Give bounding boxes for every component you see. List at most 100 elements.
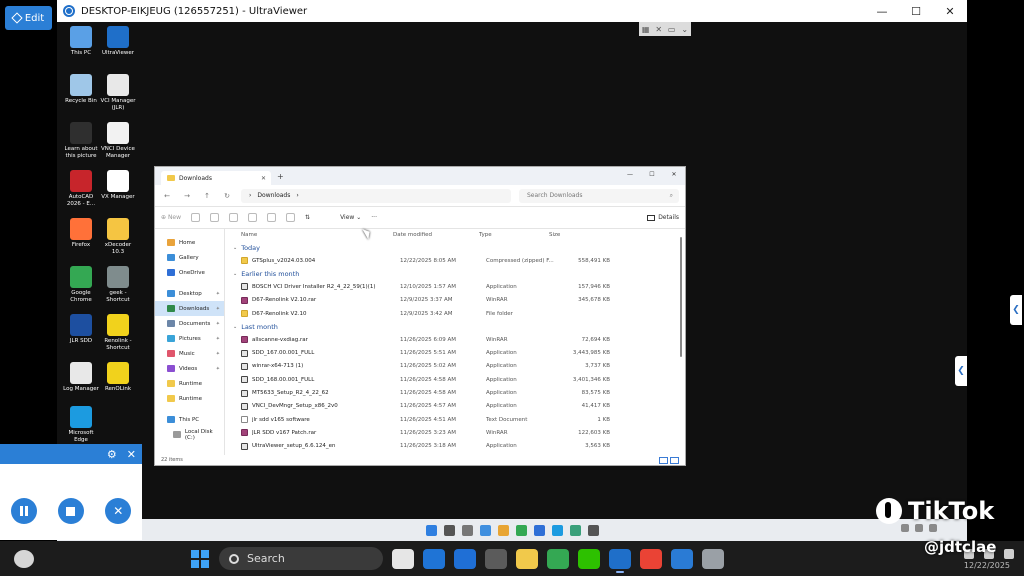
ultraviewer-icon[interactable] [609,549,631,573]
nav-item[interactable]: Videos ✦ [155,361,224,376]
close-button[interactable]: ✕ [933,0,967,22]
toolbar-chevron-down-icon[interactable]: ⌄ [681,25,688,34]
nav-item[interactable]: Gallery [155,250,224,265]
explorer-maximize-button[interactable]: ☐ [641,167,663,181]
search-input[interactable]: Search Downloads ⌕ [519,188,679,203]
chrome-profile-icon[interactable] [640,549,662,569]
delete-icon[interactable] [286,213,296,222]
wifi-icon[interactable] [1004,549,1014,559]
desktop-icon[interactable]: xDecoder 10.3 [98,218,138,255]
file-group-header[interactable]: ⌄ Earlier this month [225,267,685,280]
toolbar-close-icon[interactable]: ✕ [655,25,662,34]
defender-icon[interactable] [423,549,445,569]
explorer-minimize-button[interactable]: — [619,167,641,181]
nav-item[interactable]: OneDrive [155,265,224,280]
desktop-icon[interactable]: UltraViewer [98,26,138,57]
start-button[interactable] [191,550,209,568]
rename-icon[interactable] [248,213,258,222]
nav-item[interactable]: This PC [155,412,224,427]
more-options-button[interactable]: ··· [371,214,377,221]
column-type[interactable]: Type [479,232,549,238]
address-path[interactable]: › Downloads › [241,188,511,203]
remote-taskbar-app-icon[interactable] [569,524,581,536]
stop-button[interactable] [57,498,84,524]
settings-gear-icon[interactable]: ⚙ [107,448,117,461]
remote-desktop[interactable]: ▦ ✕ ▭ ⌄ This PC UltraViewer Recycle Bin VCI… [57,22,967,541]
minimize-button[interactable]: — [865,0,899,22]
cut-icon[interactable] [191,213,201,222]
desktop-icon[interactable]: RenOLink [98,362,138,393]
task-view-icon[interactable] [392,549,414,569]
desktop-icon[interactable]: Renolink - Shortcut [98,314,138,351]
desktop-icon[interactable]: VX Manager [98,170,138,201]
view-button[interactable]: View ⌄ [340,214,361,221]
new-tab-button[interactable]: + [277,172,284,181]
desktop-icon[interactable]: Microsoft Edge [61,406,101,443]
remote-taskbar-app-icon[interactable] [587,524,599,536]
snipping-icon[interactable] [671,549,693,569]
file-row[interactable]: VNCI_DevMngr_Setup_x86_2v0 11/26/2025 4:5… [225,400,685,413]
file-group-header[interactable]: ⌄ Today [225,241,685,254]
taskbar-search[interactable]: Search [219,547,383,570]
weather-widget-icon[interactable] [14,550,34,568]
file-row[interactable]: BOSCH VCI Driver Installer R2_4_22_59(1)… [225,280,685,293]
file-group-header[interactable]: ⌄ Last month [225,320,685,333]
remote-mini-toolbar[interactable]: ▦ ✕ ▭ ⌄ [639,22,691,36]
file-row[interactable]: MT5633_Setup_R2_4_22_62 11/26/2025 4:58 A… [225,386,685,399]
file-list-scrollbar[interactable] [680,237,682,357]
wechat-icon[interactable] [578,549,600,569]
nav-item[interactable]: Pictures ✦ [155,331,224,346]
remote-taskbar-app-icon[interactable] [497,524,509,536]
side-panel-toggle-outer[interactable]: ❮ [1010,295,1022,325]
desktop-icon[interactable]: Recycle Bin [61,74,101,105]
toolbar-grid-icon[interactable]: ▦ [642,25,650,34]
nav-item[interactable]: Local Disk (C:) [155,427,224,442]
pause-button[interactable] [10,498,37,524]
nav-item[interactable]: Home [155,235,224,250]
file-row[interactable]: jlr sdd v165 software 11/26/2025 4:51 AM T… [225,413,685,426]
chrome-icon[interactable] [547,549,569,569]
remote-tray-icon[interactable] [901,524,909,532]
paste-icon[interactable] [229,213,239,222]
column-size[interactable]: Size [549,232,609,238]
file-row[interactable]: SDD_168.00.001_FULL 11/26/2025 4:58 AM App… [225,373,685,386]
copy-icon[interactable] [210,213,220,222]
disconnect-button[interactable]: ✕ [105,498,132,524]
file-row[interactable]: D67-Renolink V2.10.rar 12/9/2025 3:37 AM W… [225,294,685,307]
desktop-icon[interactable]: AutoCAD 2026 - E... [61,170,101,207]
maximize-button[interactable]: ☐ [899,0,933,22]
nav-item[interactable]: Runtime [155,376,224,391]
side-panel-toggle[interactable]: ❮ [955,356,967,386]
desktop-icon[interactable]: JLR SDD [61,314,101,345]
remote-taskbar-app-icon[interactable] [479,524,491,536]
new-button[interactable]: ⊕ New [161,214,181,221]
share-icon[interactable] [267,213,277,222]
remote-taskbar-app-icon[interactable] [443,524,455,536]
details-button[interactable]: Details [647,214,679,221]
file-row[interactable]: D67-Renolink V2.10 12/9/2025 3:42 AM File … [225,307,685,320]
nav-item[interactable]: Documents ✦ [155,316,224,331]
file-explorer-icon[interactable] [516,549,538,569]
remote-taskbar-app-icon[interactable] [515,524,527,536]
remote-taskbar-app-icon[interactable] [425,524,437,536]
remote-tray-icon[interactable] [929,524,937,532]
file-row[interactable]: SDD_167.00.001_FULL 11/26/2025 5:51 AM App… [225,346,685,359]
file-row[interactable]: GTSplus_v2024.03.004 12/22/2025 8:05 AM Co… [225,254,685,267]
refresh-icon[interactable]: ↻ [221,192,233,200]
remote-tray-icon[interactable] [915,524,923,532]
desktop-icon[interactable]: This PC [61,26,101,57]
desktop-icon[interactable]: geek - Shortcut [98,266,138,303]
file-row[interactable]: UltraViewer_setup_6.6.124_en 11/26/2025 3… [225,440,685,453]
desktop-icon[interactable]: VCI Manager (JLR) [98,74,138,111]
up-arrow-icon[interactable]: ↑ [201,192,213,200]
ultraviewer-titlebar[interactable]: DESKTOP-EIKJEUG (126557251) - UltraViewe… [57,0,967,22]
details-view-icon[interactable] [659,457,668,464]
taskbar-date[interactable]: 12/22/2025 [964,561,1010,570]
desktop-icon[interactable]: Firefox [61,218,101,249]
calculator-icon[interactable] [485,549,507,569]
explorer-close-button[interactable]: ✕ [663,167,685,181]
file-row[interactable]: allscanne-vxdiag.rar 11/26/2025 6:09 AM Wi… [225,333,685,346]
outlook-icon[interactable] [454,549,476,569]
file-row[interactable]: winrar-x64-713 (1) 11/26/2025 5:02 AM Appl… [225,360,685,373]
settings-icon[interactable] [702,549,724,569]
